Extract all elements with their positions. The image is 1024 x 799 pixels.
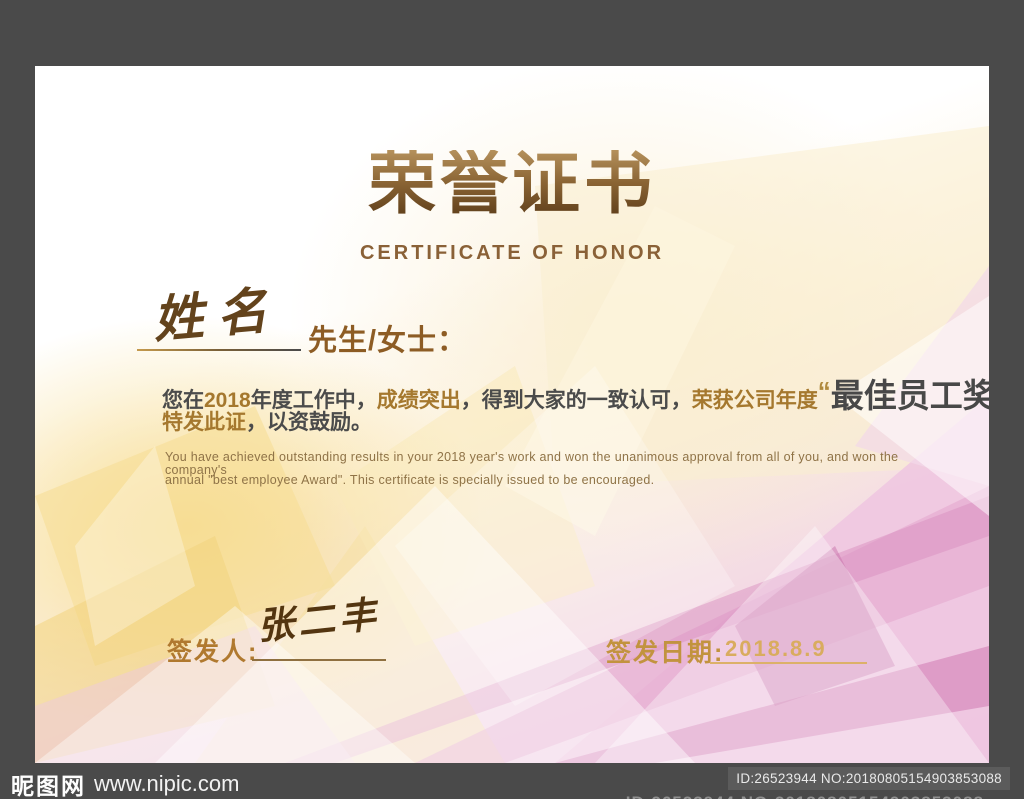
body-segment: 您在 <box>162 389 204 412</box>
body-segment-highlight: 荣获公司年度 <box>691 389 818 412</box>
open-quote: “ <box>817 376 831 406</box>
body-segment-highlight: 2018 <box>204 389 251 412</box>
image-id-badge: ID:26523944 NO:20180805154903853088 <box>728 767 1010 790</box>
body-segment: ，以资鼓励。 <box>246 411 372 434</box>
certificate-title: 荣誉证书 <box>35 150 989 218</box>
body-segment-highlight: 特发此证 <box>162 411 246 434</box>
award-name-text: 最佳员工奖 <box>830 377 989 414</box>
recipient-name-underline <box>137 349 301 351</box>
issuer-signature-underline <box>252 659 386 661</box>
certificate-subtitle: CERTIFICATE OF HONOR <box>359 242 665 264</box>
site-brand: 昵图网 www.nipic.com <box>11 767 239 799</box>
issue-date-underline <box>710 662 867 664</box>
nipic-logo: 昵图网 <box>11 773 86 799</box>
cropped-id-text: ID:26523944 NO:20180805154903853088 <box>626 793 984 799</box>
body-text-zh-line1: 您在2018年度工作中，成绩突出，得到大家的一致认可，荣获公司年度“最佳员工奖”… <box>162 378 989 412</box>
certificate: 荣誉证书 CERTIFICATE OF HONOR 姓名 先生/女士： 您在20… <box>35 66 989 763</box>
salutation-text: 先生/女士： <box>308 325 468 357</box>
body-segment-highlight: 成绩突出 <box>376 389 461 412</box>
recipient-name-handwritten: 姓名 <box>150 279 284 350</box>
body-segment: ，得到大家的一致认可， <box>460 389 692 412</box>
body-segment: 年度工作中， <box>250 389 377 412</box>
issue-date-label: 签发日期: <box>606 639 725 667</box>
site-url: www.nipic.com <box>94 771 240 796</box>
stock-photo-preview: 荣誉证书 CERTIFICATE OF HONOR 姓名 先生/女士： 您在20… <box>0 0 1024 799</box>
issue-date-value: 2018.8.9 <box>725 636 827 661</box>
body-text-zh-line2: 特发此证，以资鼓励。 <box>162 412 372 433</box>
issuer-label: 签发人: <box>167 638 259 666</box>
watermark-bar: 昵图网 www.nipic.com ID:26523944 NO:2018080… <box>0 763 1024 799</box>
body-text-en-line2: annual "best employee Award". This certi… <box>165 473 655 487</box>
